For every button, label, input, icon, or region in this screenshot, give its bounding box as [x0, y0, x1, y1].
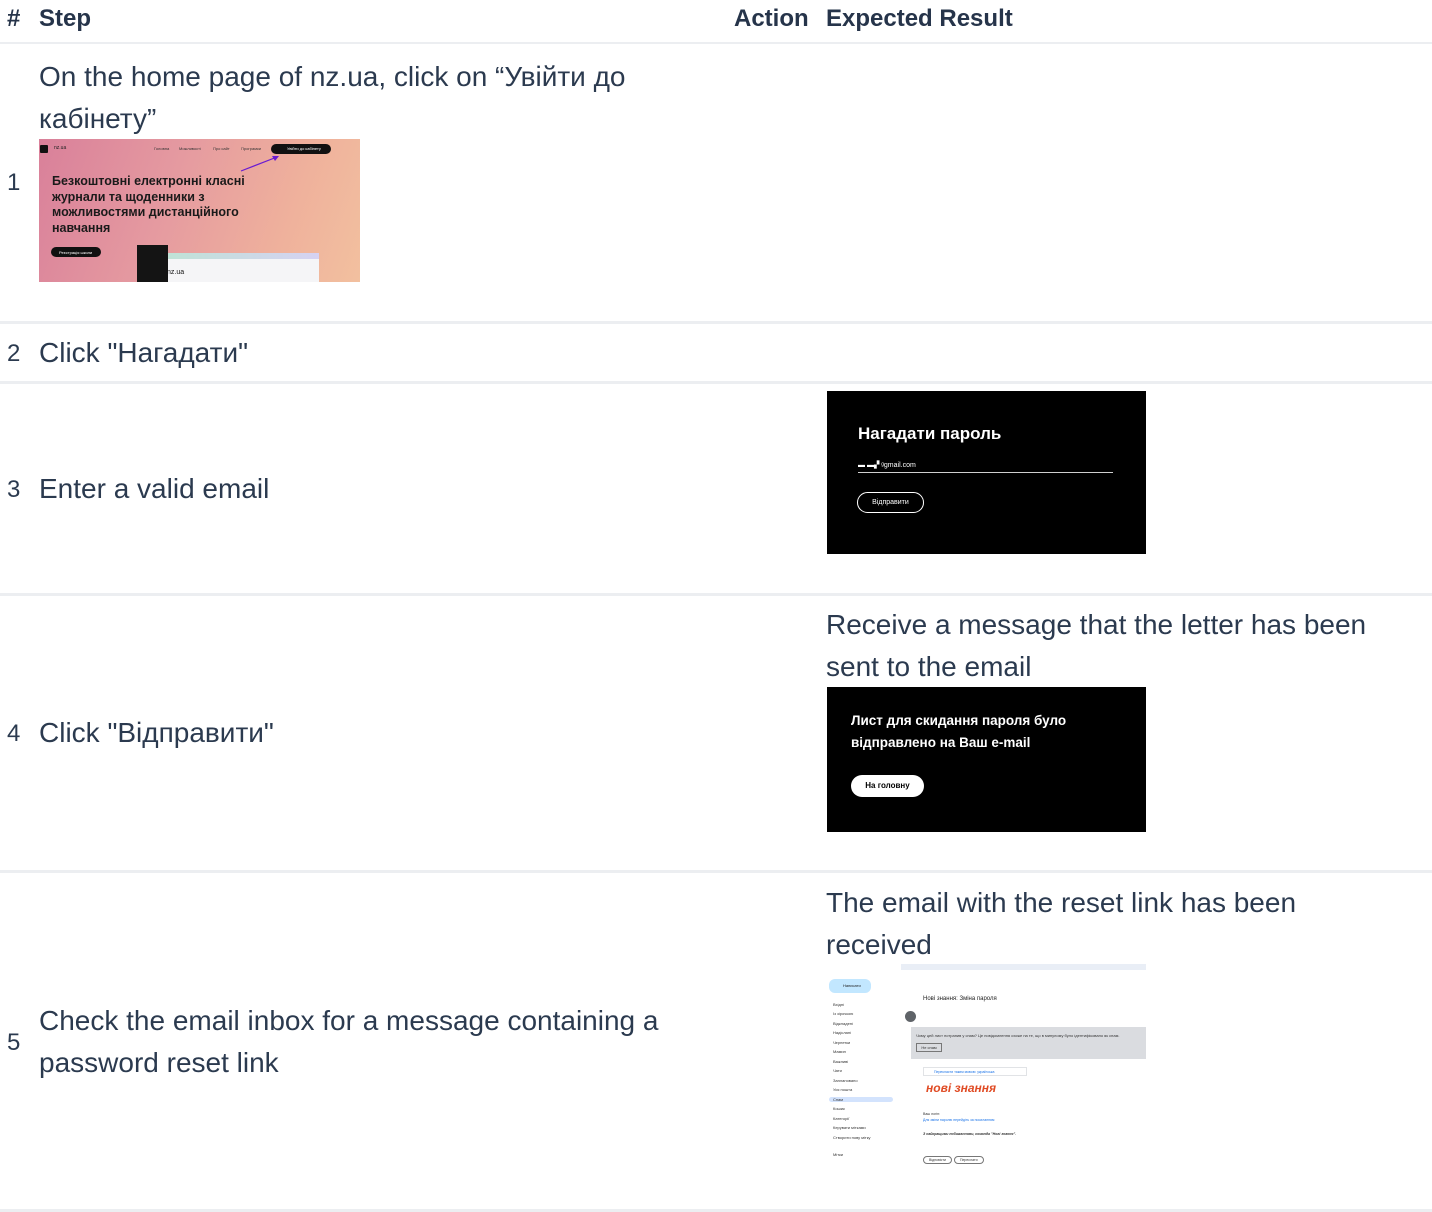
step-text: Enter a valid email [39, 473, 270, 504]
to-home-button: На головну [851, 775, 924, 797]
folder-item: Кошик [833, 1106, 845, 1111]
sender-avatar [905, 1011, 916, 1022]
arrow-icon [240, 156, 279, 172]
gmail-search-bar [901, 964, 1146, 970]
folder-item: Надіслані [833, 1030, 851, 1035]
remind-password-title: Нагадати пароль [858, 424, 1002, 443]
row-number: 4 [7, 720, 21, 747]
step-text: Click "Відправити" [39, 717, 274, 748]
nav-link: Програмки [241, 146, 261, 151]
nav-link: Можливості [179, 146, 201, 151]
reset-link: Для зміни паролю перейдіть за посиланням [923, 1118, 995, 1122]
preview-sidebar [137, 245, 168, 282]
translate-banner: Перекласти таким мовою: українська [923, 1067, 1027, 1076]
expected-result-text: The email with the reset link has been r… [826, 887, 1297, 960]
table-row: 4 Click "Відправити" Receive a message t… [0, 596, 1432, 873]
header-step: Step [39, 5, 92, 32]
row-number: 5 [7, 1029, 21, 1056]
folder-item: Вхідні [833, 1002, 844, 1007]
row-number: 2 [7, 340, 21, 367]
nav-link: Про сайт [213, 146, 230, 151]
step-text: On the home page of nz.ua, click on “Уві… [39, 61, 626, 134]
letter-sent-message: Лист для скидання пароля було відправлен… [851, 713, 1067, 750]
folder-item: Відкладені [833, 1021, 853, 1026]
spam-notice-text: Чому цей лист потрапив у спам? Це повідо… [916, 1033, 1120, 1038]
step-text: Click "Нагадати" [39, 337, 249, 368]
expected-result-text: Receive a message that the letter has be… [826, 609, 1367, 682]
register-school-button: Реєстрація школи [51, 247, 101, 257]
nz-homepage-screenshot: nz.ua Головна Можливості Про сайт Програ… [39, 139, 360, 282]
folder-item: Чернетки [833, 1040, 851, 1045]
login-label: Ваш логін: [923, 1112, 941, 1116]
step-text: Check the email inbox for a message cont… [39, 1005, 659, 1078]
labels-title: Мітки [833, 1152, 844, 1157]
reply-buttons: Відповісти Переслати [923, 1148, 986, 1166]
folder-item: Категорії [833, 1116, 850, 1121]
table-row: 3 Enter a valid email [0, 384, 1432, 596]
compose-button: Написати [829, 979, 871, 993]
remind-password-screenshot: Нагадати пароль ▬ ▬▞ ᵍgmail.com Відправи… [827, 391, 1146, 554]
folder-item-spam: Спам [829, 1097, 893, 1102]
folder-item: Створити нову мітку [833, 1135, 871, 1140]
folder-item: Чати [833, 1068, 842, 1073]
table-header: # Step Action Expected Result [0, 0, 1432, 44]
forward-button: Переслати [953, 1156, 984, 1164]
folder-item: Уся пошта [833, 1087, 853, 1092]
brand-logo: нові знання [926, 1081, 997, 1095]
header-number: # [7, 5, 21, 32]
header-expected-result: Expected Result [826, 5, 1013, 32]
gmail-sidebar: Написати Вхідні Із зірочкою Відкладені Н… [827, 964, 900, 1170]
letter-sent-screenshot: Лист для скидання пароля було відправлен… [827, 687, 1146, 832]
nav-link: Головна [154, 146, 170, 151]
folder-item: Керувати мітками [833, 1125, 866, 1130]
table-row: 5 Check the email inbox for a message co… [0, 873, 1432, 1212]
folder-item: Із зірочкою [833, 1011, 854, 1016]
email-field: ▬ ▬▞ ᵍgmail.com [858, 462, 916, 469]
email-underline [858, 472, 1113, 473]
folder-item: Мамин [833, 1049, 846, 1054]
nz-logo-icon [40, 145, 48, 153]
row-number: 3 [7, 476, 21, 503]
preview-label: nz.ua [167, 269, 185, 276]
folder-item: Заплановано [833, 1078, 858, 1083]
reply-button: Відповісти [923, 1156, 952, 1164]
logo-text: nz.ua [54, 145, 67, 151]
spam-notice [911, 1027, 1146, 1059]
header-action: Action [734, 5, 809, 32]
gmail-screenshot: Написати Вхідні Із зірочкою Відкладені Н… [827, 964, 1146, 1170]
send-button: Відправити [857, 492, 924, 513]
not-spam-button: Не спам [916, 1043, 942, 1052]
table-row: 2 Click "Нагадати" [0, 324, 1432, 384]
signature: З найкращими побажаннями, команда "Нові … [923, 1132, 1017, 1136]
email-subject: Нові знання: Зміна пароля [923, 996, 997, 1002]
row-number: 1 [7, 169, 21, 196]
folder-item: Важливі [833, 1059, 849, 1064]
preview-bar [165, 253, 319, 259]
hero-headline: Безкоштовні електронні класні журнали та… [52, 174, 245, 235]
